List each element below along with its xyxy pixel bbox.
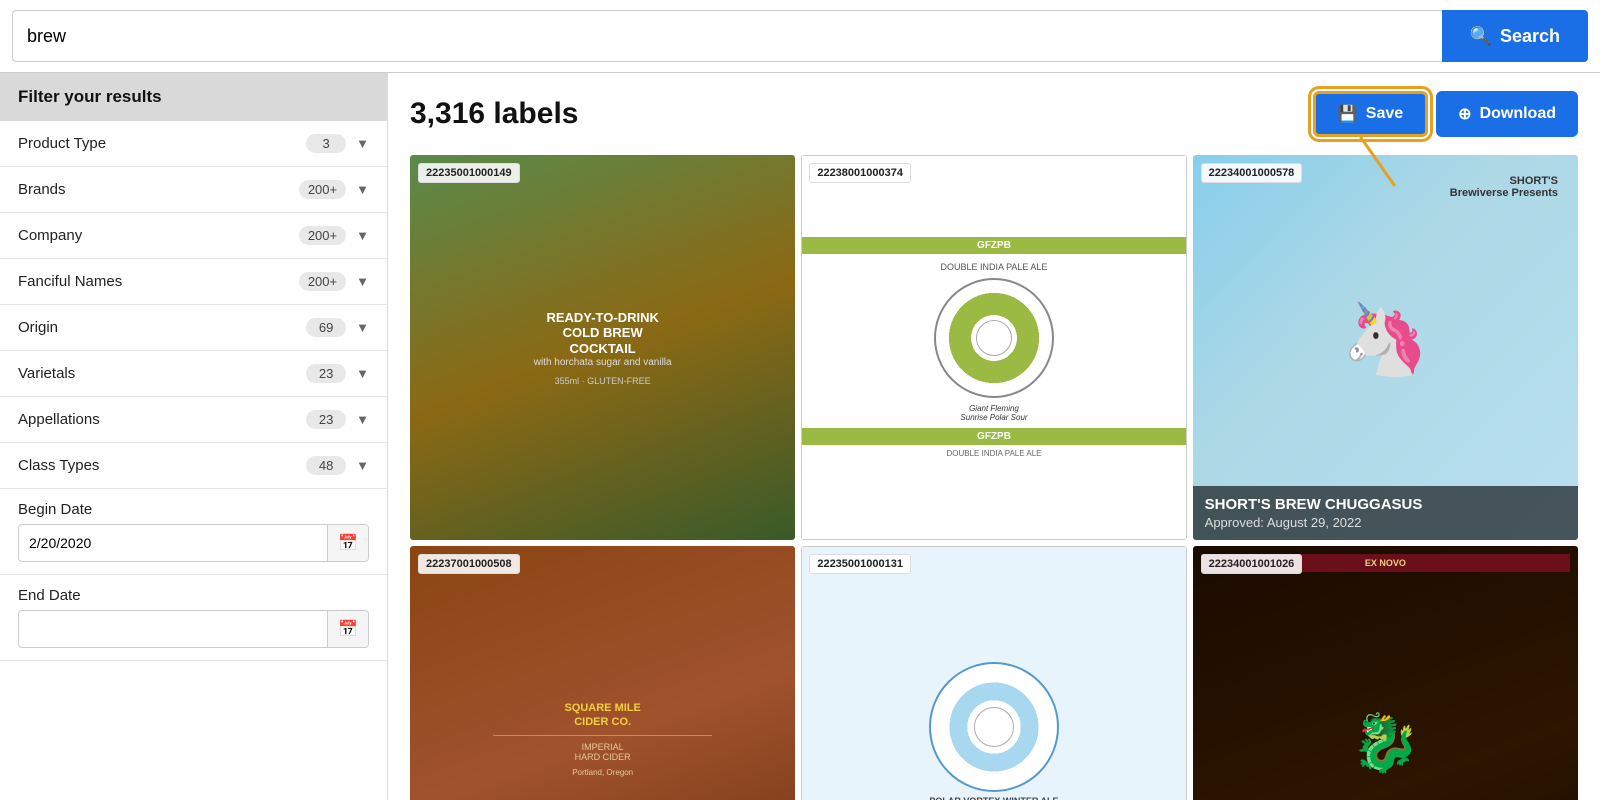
sidebar-title: Filter your results — [0, 73, 387, 121]
download-button[interactable]: ⊕ Download — [1436, 91, 1578, 137]
filter-label: Varietals — [18, 365, 306, 382]
search-bar: 🔍 Search — [0, 0, 1600, 73]
label-card[interactable]: 22235001000131 POLAR VORTEX WINTER ALEWI… — [801, 546, 1186, 800]
chevron-down-icon: ▼ — [356, 320, 369, 335]
search-button-label: Search — [1500, 26, 1560, 47]
chevron-down-icon: ▼ — [356, 182, 369, 197]
filter-count: 200+ — [299, 226, 346, 245]
filter-count: 200+ — [299, 272, 346, 291]
filter-count: 23 — [306, 410, 346, 429]
filter-row-product-type[interactable]: Product Type 3 ▼ — [0, 121, 387, 167]
filter-label: Class Types — [18, 457, 306, 474]
label-overlay-title: GFZPB — [813, 496, 1174, 513]
search-button[interactable]: 🔍 Search — [1442, 10, 1588, 62]
download-button-label: Download — [1480, 105, 1556, 123]
filter-label: Appellations — [18, 411, 306, 428]
filter-count: 3 — [306, 134, 346, 153]
results-count: 3,316 labels — [410, 97, 1297, 131]
chevron-down-icon: ▼ — [356, 412, 369, 427]
filter-count: 200+ — [299, 180, 346, 199]
filter-row-brands[interactable]: Brands 200+ ▼ — [0, 167, 387, 213]
save-button-label: Save — [1366, 105, 1403, 123]
chevron-down-icon: ▼ — [356, 274, 369, 289]
end-date-section: End Date 📅 — [0, 575, 387, 661]
label-card[interactable]: 22237001000508 SQUARE MILECIDER CO. IMPE… — [410, 546, 795, 800]
begin-date-input[interactable] — [19, 527, 327, 559]
chevron-down-icon: ▼ — [356, 136, 369, 151]
content-area: 3,316 labels 💾 Save ⊕ Download 222350010… — [388, 73, 1600, 800]
label-id: 22235001000131 — [809, 554, 911, 574]
chevron-down-icon: ▼ — [356, 366, 369, 381]
label-overlay-date: Ready-to-drink cold brew cocktail — [422, 515, 783, 530]
label-card[interactable]: 22234001001026 EX NOVO 🐉 BREWING COMPANY… — [1193, 546, 1578, 800]
filter-label: Brands — [18, 181, 299, 198]
end-date-calendar-button[interactable]: 📅 — [327, 611, 368, 647]
label-id: 22234001001026 — [1201, 554, 1303, 574]
labels-grid: 22235001000149 READY-TO-DRINKCOLD BREWCO… — [410, 155, 1578, 800]
chevron-down-icon: ▼ — [356, 458, 369, 473]
filter-count: 23 — [306, 364, 346, 383]
save-button[interactable]: 💾 Save — [1313, 91, 1428, 137]
label-id: 22238001000374 — [809, 163, 911, 183]
filter-row-class-types[interactable]: Class Types 48 ▼ — [0, 443, 387, 489]
label-overlay-date: Approved: August 29, 2022 — [1205, 515, 1566, 530]
filter-count: 69 — [306, 318, 346, 337]
begin-date-section: Begin Date 📅 — [0, 489, 387, 575]
label-overlay-date: Double India Pale Ale — [813, 515, 1174, 530]
filter-count: 48 — [306, 456, 346, 475]
label-id: 22237001000508 — [418, 554, 520, 574]
filter-list: Product Type 3 ▼ Brands 200+ ▼ Company 2… — [0, 121, 387, 489]
filter-label: Product Type — [18, 135, 306, 152]
label-overlay-title: COLD BREW COCKTAIL — [422, 496, 783, 513]
filter-row-fanciful-names[interactable]: Fanciful Names 200+ ▼ — [0, 259, 387, 305]
filter-label: Fanciful Names — [18, 273, 299, 290]
download-icon: ⊕ — [1458, 104, 1471, 124]
end-date-input-wrap: 📅 — [18, 610, 369, 648]
results-header: 3,316 labels 💾 Save ⊕ Download — [410, 91, 1578, 137]
sidebar: Filter your results Product Type 3 ▼ Bra… — [0, 73, 388, 800]
filter-label: Company — [18, 227, 299, 244]
label-id: 22235001000149 — [418, 163, 520, 183]
begin-date-calendar-button[interactable]: 📅 — [327, 525, 368, 561]
search-input[interactable] — [12, 10, 1442, 62]
label-card[interactable]: 22235001000149 READY-TO-DRINKCOLD BREWCO… — [410, 155, 795, 540]
label-card[interactable]: 22234001000578 🦄 SHORT'SBrewiverse Prese… — [1193, 155, 1578, 540]
search-icon: 🔍 — [1470, 26, 1492, 47]
action-buttons: 💾 Save ⊕ Download — [1313, 91, 1578, 137]
filter-row-origin[interactable]: Origin 69 ▼ — [0, 305, 387, 351]
label-overlay: SHORT'S BREW CHUGGASUS Approved: August … — [1193, 486, 1578, 540]
end-date-input[interactable] — [19, 613, 327, 645]
begin-date-label: Begin Date — [18, 501, 369, 518]
chevron-down-icon: ▼ — [356, 228, 369, 243]
end-date-label: End Date — [18, 587, 369, 604]
filter-row-company[interactable]: Company 200+ ▼ — [0, 213, 387, 259]
main-layout: Filter your results Product Type 3 ▼ Bra… — [0, 73, 1600, 800]
save-button-wrapper: 💾 Save — [1313, 91, 1428, 137]
save-icon: 💾 — [1338, 104, 1358, 124]
filter-row-varietals[interactable]: Varietals 23 ▼ — [0, 351, 387, 397]
label-card[interactable]: 22238001000374 GFZPB DOUBLE INDIA PALE A… — [801, 155, 1186, 540]
label-overlay-title: SHORT'S BREW CHUGGASUS — [1205, 496, 1566, 513]
begin-date-input-wrap: 📅 — [18, 524, 369, 562]
filter-label: Origin — [18, 319, 306, 336]
label-id: 22234001000578 — [1201, 163, 1303, 183]
filter-row-appellations[interactable]: Appellations 23 ▼ — [0, 397, 387, 443]
